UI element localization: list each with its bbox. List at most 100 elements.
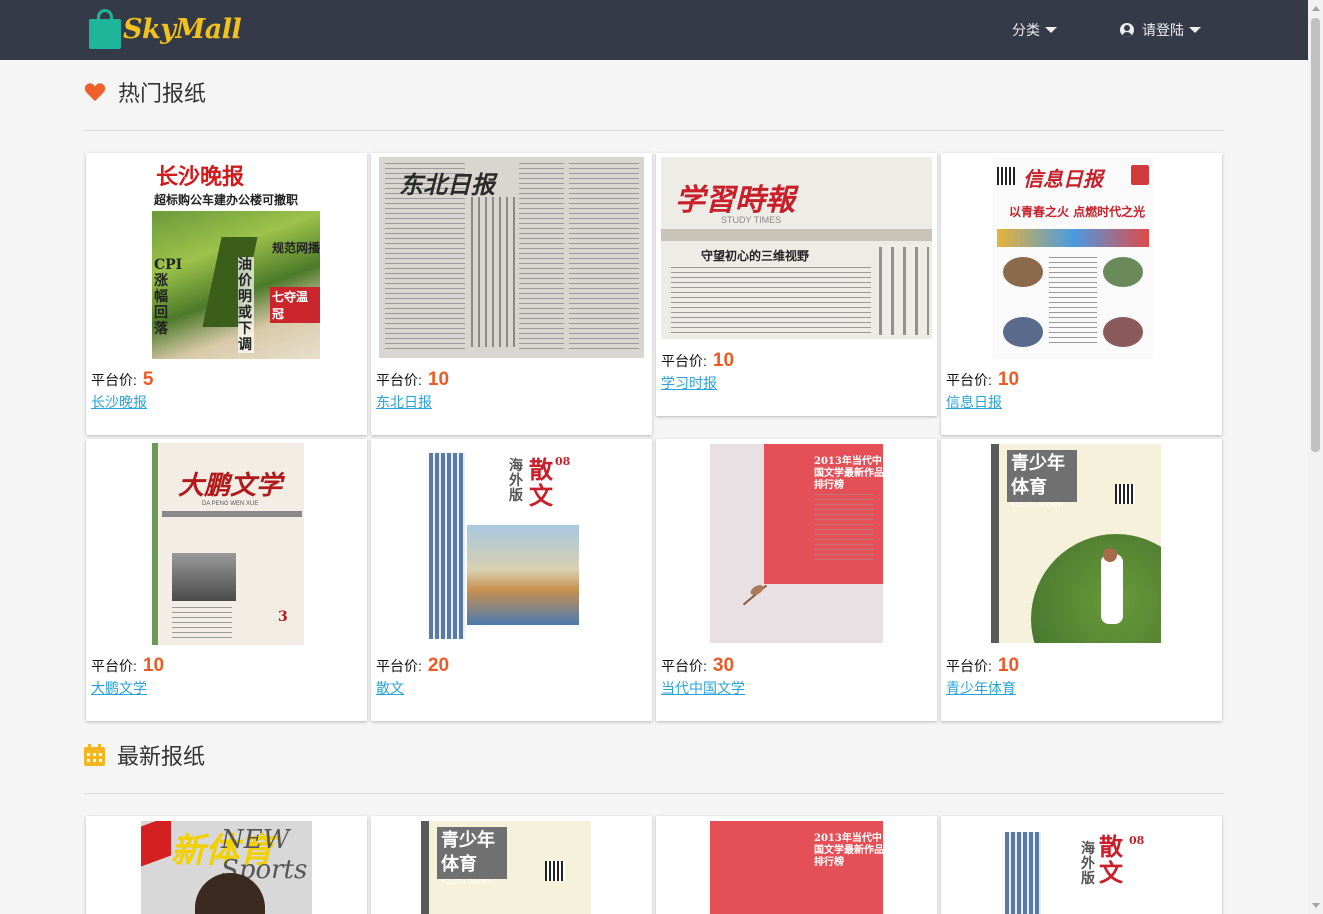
product-card[interactable]: 新体育 NEW Sports: [86, 816, 367, 914]
scrollbar[interactable]: [1308, 0, 1323, 914]
product-card[interactable]: 信息日报 以青春之火 点燃时代之光 平台价: 10 信息日报: [941, 153, 1222, 435]
product-cover-image[interactable]: 青少年体育 YOUTH SPORT: [991, 444, 1161, 643]
navbar: SkyMall 分类 请登陆: [0, 0, 1308, 60]
product-cover-image[interactable]: 青少年体育 YOUTH SPORT: [421, 821, 591, 914]
product-title-link[interactable]: 当代中国文学: [661, 678, 745, 698]
caret-down-icon: [1045, 27, 1057, 33]
cover-side-text-c: 规范网播: [272, 241, 320, 255]
cover-headline: 以青春之火 点燃时代之光: [1009, 205, 1146, 219]
price-label: 平台价:: [946, 658, 992, 674]
product-card[interactable]: 大鹏文学 DA PENG WEN XUE 3 平台价: 10 大鹏文学: [86, 439, 367, 721]
cover-masthead: 青少年体育: [1007, 450, 1077, 502]
cover-subtitle: YOUTH SPORT: [1011, 502, 1062, 509]
scroll-up-arrow-icon[interactable]: [1312, 6, 1320, 11]
cover-subtitle: YOUTH SPORT: [441, 879, 492, 886]
scrollbar-thumb[interactable]: [1311, 18, 1320, 452]
product-cover-image[interactable]: 信息日报 以青春之火 点燃时代之光: [993, 157, 1153, 359]
cover-masthead: 2013年当代中国文学最新作品排行榜: [814, 456, 883, 491]
product-cover-image[interactable]: 东北日报: [379, 157, 644, 358]
logo[interactable]: SkyMall: [89, 9, 242, 49]
price-row: 平台价: 10: [946, 655, 1019, 677]
price-value: 5: [142, 369, 154, 390]
price-row: 平台价: 30: [661, 655, 734, 677]
login-label: 请登陆: [1142, 22, 1184, 38]
price-row: 平台价: 20: [376, 655, 449, 677]
product-title-link[interactable]: 信息日报: [946, 392, 1002, 412]
cover-masthead: 散文: [529, 455, 553, 510]
cover-masthead: 2013年当代中国文学最新作品排行榜: [814, 833, 883, 868]
cover-headline: 守望初心的三维视野: [701, 249, 810, 263]
divider: [84, 793, 1224, 794]
new-section-title: 最新报纸: [117, 744, 206, 769]
cover-masthead: 东北日报: [399, 170, 495, 199]
hot-section-title: 热门报纸: [118, 81, 207, 106]
product-cover-image[interactable]: 2013年当代中国文学最新作品排行榜: [710, 821, 883, 914]
price-value: 10: [427, 369, 450, 390]
price-value: 10: [712, 350, 735, 371]
cover-edition: 海外版: [509, 458, 523, 504]
product-card[interactable]: 青少年体育 YOUTH SPORT: [371, 816, 652, 914]
price-label: 平台价:: [376, 372, 422, 388]
cover-masthead: 大鹏文学: [178, 471, 283, 501]
product-cover-image[interactable]: 新体育 NEW Sports: [141, 821, 312, 914]
product-title-link[interactable]: 长沙晚报: [91, 392, 147, 412]
product-card[interactable]: 长沙晚报 超标购公车建办公楼可撤职 CPI涨幅回落 油价明或下调 规范网播 七夺…: [86, 153, 367, 435]
cover-subtitle: STUDY TIMES: [721, 215, 782, 225]
price-label: 平台价:: [91, 372, 137, 388]
product-title-link[interactable]: 学习时报: [661, 373, 717, 393]
price-row: 平台价: 10: [91, 655, 164, 677]
price-value: 10: [997, 655, 1020, 676]
cover-masthead: 学習時報: [675, 183, 795, 218]
product-cover-image[interactable]: 2013年当代中国文学最新作品排行榜: [710, 444, 883, 643]
product-cover-image[interactable]: 长沙晚报 超标购公车建办公楼可撤职 CPI涨幅回落 油价明或下调 规范网播 七夺…: [152, 157, 320, 359]
hot-section-header: 热门报纸: [84, 76, 206, 108]
product-title-link[interactable]: 东北日报: [376, 392, 432, 412]
price-value: 10: [142, 655, 165, 676]
cover-issue: 08: [1129, 834, 1145, 847]
product-card[interactable]: 青少年体育 YOUTH SPORT 平台价: 10 青少年体育: [941, 439, 1222, 721]
heart-icon: [84, 83, 106, 102]
price-row: 平台价: 10: [946, 369, 1019, 391]
product-card[interactable]: 2013年当代中国文学最新作品排行榜 平台价: 30 当代中国文学: [656, 439, 937, 721]
product-cover-image[interactable]: 海外版 散文 08: [1005, 832, 1157, 914]
product-card[interactable]: 学習時報 STUDY TIMES 守望初心的三维视野 平台价: 10 学习时报: [656, 153, 937, 416]
product-card[interactable]: 东北日报 平台价: 10 东北日报: [371, 153, 652, 435]
category-dropdown[interactable]: 分类: [1012, 0, 1057, 60]
cover-side-text-d: 七夺温冠: [270, 287, 320, 323]
product-title-link[interactable]: 大鹏文学: [91, 678, 147, 698]
login-dropdown[interactable]: 请登陆: [1120, 0, 1201, 60]
cover-masthead: 青少年体育: [437, 827, 507, 879]
new-section-header: 最新报纸: [84, 739, 205, 771]
product-title-link[interactable]: 青少年体育: [946, 678, 1016, 698]
shopping-bag-icon: [89, 9, 121, 49]
price-value: 10: [997, 369, 1020, 390]
product-cover-image[interactable]: 学習時報 STUDY TIMES 守望初心的三维视野: [661, 157, 932, 339]
product-cover-image[interactable]: 大鹏文学 DA PENG WEN XUE 3: [152, 443, 304, 645]
price-label: 平台价:: [661, 658, 707, 674]
scroll-down-arrow-icon[interactable]: [1312, 903, 1320, 908]
cover-masthead: 散文: [1099, 832, 1123, 887]
cover-masthead: 长沙晚报: [156, 164, 245, 190]
product-card[interactable]: 海外版 散文 08: [941, 816, 1222, 914]
price-value: 30: [712, 655, 735, 676]
price-label: 平台价:: [91, 658, 137, 674]
price-row: 平台价: 10: [376, 369, 449, 391]
price-label: 平台价:: [946, 372, 992, 388]
product-cover-image[interactable]: 海外版 散文 08: [429, 453, 581, 639]
product-card[interactable]: 海外版 散文 08 平台价: 20 散文: [371, 439, 652, 721]
cover-side-text-a: CPI涨幅回落: [154, 257, 183, 337]
category-label: 分类: [1012, 22, 1040, 38]
cover-edition: 海外版: [1081, 841, 1095, 887]
cover-issue: 08: [555, 455, 571, 468]
calendar-icon: [84, 744, 105, 766]
price-label: 平台价:: [376, 658, 422, 674]
cover-masthead: 信息日报: [1023, 167, 1103, 191]
brand-name: SkyMall: [123, 13, 242, 45]
price-row: 平台价: 10: [661, 350, 734, 372]
price-label: 平台价:: [661, 353, 707, 369]
product-card[interactable]: 2013年当代中国文学最新作品排行榜: [656, 816, 937, 914]
price-row: 平台价: 5: [91, 369, 153, 391]
product-title-link[interactable]: 散文: [376, 678, 404, 698]
cover-subtitle: DA PENG WEN XUE: [202, 501, 259, 507]
caret-down-icon: [1189, 27, 1201, 33]
